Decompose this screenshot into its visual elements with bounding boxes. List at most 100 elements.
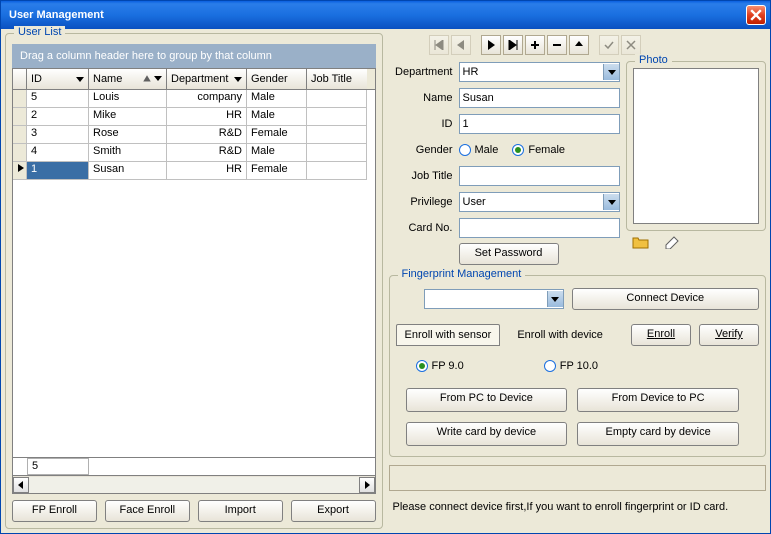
row-indicator xyxy=(13,90,27,108)
grid-footer: 5 xyxy=(13,457,375,475)
fp100-radio[interactable]: FP 10.0 xyxy=(544,360,598,372)
fp-enroll-button[interactable]: FP Enroll xyxy=(12,500,97,522)
clear-photo-button[interactable] xyxy=(662,235,680,252)
connect-device-button[interactable]: Connect Device xyxy=(572,288,760,310)
grid-header-gender[interactable]: Gender xyxy=(247,69,307,89)
first-icon xyxy=(434,40,444,50)
write-card-button[interactable]: Write card by device xyxy=(406,422,568,446)
group-by-hint[interactable]: Drag a column header here to group by th… xyxy=(12,44,376,68)
device-to-pc-button[interactable]: From Device to PC xyxy=(577,388,739,412)
photo-legend: Photo xyxy=(635,54,672,66)
privilege-label: Privilege xyxy=(389,196,459,208)
set-password-button[interactable]: Set Password xyxy=(459,243,559,265)
cell-id: 3 xyxy=(27,126,89,144)
tab-enroll-sensor[interactable]: Enroll with sensor xyxy=(396,324,501,346)
id-label: ID xyxy=(389,118,459,130)
department-combo[interactable]: HR xyxy=(459,62,621,82)
cell-job_title xyxy=(307,162,367,180)
export-button[interactable]: Export xyxy=(291,500,376,522)
titlebar[interactable]: User Management xyxy=(1,1,770,29)
cell-name: Susan xyxy=(89,162,167,180)
id-input[interactable]: 1 xyxy=(459,114,621,134)
col-name-label: Name xyxy=(93,73,122,85)
col-id-label: ID xyxy=(31,73,42,85)
grid-header-name[interactable]: Name xyxy=(89,69,167,89)
photo-group: Photo xyxy=(626,61,766,231)
record-nav-toolbar xyxy=(389,33,767,61)
name-input[interactable]: Susan xyxy=(459,88,621,108)
cell-name: Mike xyxy=(89,108,167,126)
cardno-input[interactable] xyxy=(459,218,621,238)
edit-record-button[interactable] xyxy=(569,35,589,55)
device-combo[interactable] xyxy=(424,289,564,309)
fingerprint-legend: Fingerprint Management xyxy=(398,268,526,280)
delete-record-button[interactable] xyxy=(547,35,567,55)
gender-label: Gender xyxy=(389,144,459,156)
table-row[interactable]: 2MikeHRMale xyxy=(13,108,375,126)
table-row[interactable]: 1SusanHRFemale xyxy=(13,162,375,180)
privilege-combo[interactable]: User xyxy=(459,192,621,212)
face-enroll-button[interactable]: Face Enroll xyxy=(105,500,190,522)
grid-header-id[interactable]: ID xyxy=(27,69,89,89)
save-record-button[interactable] xyxy=(599,35,619,55)
plus-icon xyxy=(530,40,540,50)
scroll-left-button[interactable] xyxy=(13,477,29,493)
grid-header-jobtitle[interactable]: Job Title xyxy=(307,69,367,89)
gender-male-radio[interactable]: Male xyxy=(459,144,499,156)
grid-hscroll[interactable] xyxy=(13,475,375,493)
department-label: Department xyxy=(389,66,459,78)
empty-card-button[interactable]: Empty card by device xyxy=(577,422,739,446)
cell-gender: Female xyxy=(247,126,307,144)
dropdown-icon xyxy=(154,74,162,82)
cell-name: Rose xyxy=(89,126,167,144)
fp90-radio[interactable]: FP 9.0 xyxy=(416,360,464,372)
row-indicator xyxy=(13,144,27,162)
pc-to-device-button[interactable]: From PC to Device xyxy=(406,388,568,412)
cell-gender: Female xyxy=(247,162,307,180)
jobtitle-input[interactable] xyxy=(459,166,621,186)
nav-prev-button[interactable] xyxy=(451,35,471,55)
close-icon xyxy=(750,9,762,21)
scroll-track[interactable] xyxy=(29,477,359,493)
next-icon xyxy=(486,40,496,50)
grid-header-department[interactable]: Department xyxy=(167,69,247,89)
privilege-value: User xyxy=(463,196,486,208)
gender-female-radio[interactable]: Female xyxy=(512,144,565,156)
cell-id: 5 xyxy=(27,90,89,108)
user-list-group: User List Drag a column header here to g… xyxy=(5,33,383,529)
table-row[interactable]: 4SmithR&DMale xyxy=(13,144,375,162)
verify-button[interactable]: Verify xyxy=(699,324,759,346)
grid-body[interactable]: 5LouiscompanyMale2MikeHRMale3RoseR&DFema… xyxy=(13,90,375,457)
cell-id: 1 xyxy=(27,162,89,180)
photo-preview xyxy=(633,68,759,224)
import-button[interactable]: Import xyxy=(198,500,283,522)
scroll-right-button[interactable] xyxy=(359,477,375,493)
table-row[interactable]: 3RoseR&DFemale xyxy=(13,126,375,144)
close-button[interactable] xyxy=(746,5,766,25)
nav-last-button[interactable] xyxy=(503,35,523,55)
cell-gender: Male xyxy=(247,144,307,162)
table-row[interactable]: 5LouiscompanyMale xyxy=(13,90,375,108)
cancel-record-button[interactable] xyxy=(621,35,641,55)
nav-next-button[interactable] xyxy=(481,35,501,55)
department-value: HR xyxy=(463,66,479,78)
chevron-right-icon xyxy=(363,481,371,489)
cell-gender: Male xyxy=(247,90,307,108)
tab-enroll-device[interactable]: Enroll with device xyxy=(508,324,612,346)
up-arrow-icon xyxy=(574,40,584,50)
dropdown-icon xyxy=(234,75,242,83)
cell-department: R&D xyxy=(167,126,247,144)
nav-first-button[interactable] xyxy=(429,35,449,55)
cell-id: 2 xyxy=(27,108,89,126)
minus-icon xyxy=(552,40,562,50)
cell-job_title xyxy=(307,90,367,108)
grid-header-indicator[interactable] xyxy=(13,69,27,89)
open-photo-button[interactable] xyxy=(632,235,650,252)
enroll-button[interactable]: Enroll xyxy=(631,324,691,346)
user-grid[interactable]: ID Name Department xyxy=(12,68,376,494)
last-icon xyxy=(508,40,518,50)
add-record-button[interactable] xyxy=(525,35,545,55)
cell-gender: Male xyxy=(247,108,307,126)
cell-department: company xyxy=(167,90,247,108)
cell-job_title xyxy=(307,144,367,162)
